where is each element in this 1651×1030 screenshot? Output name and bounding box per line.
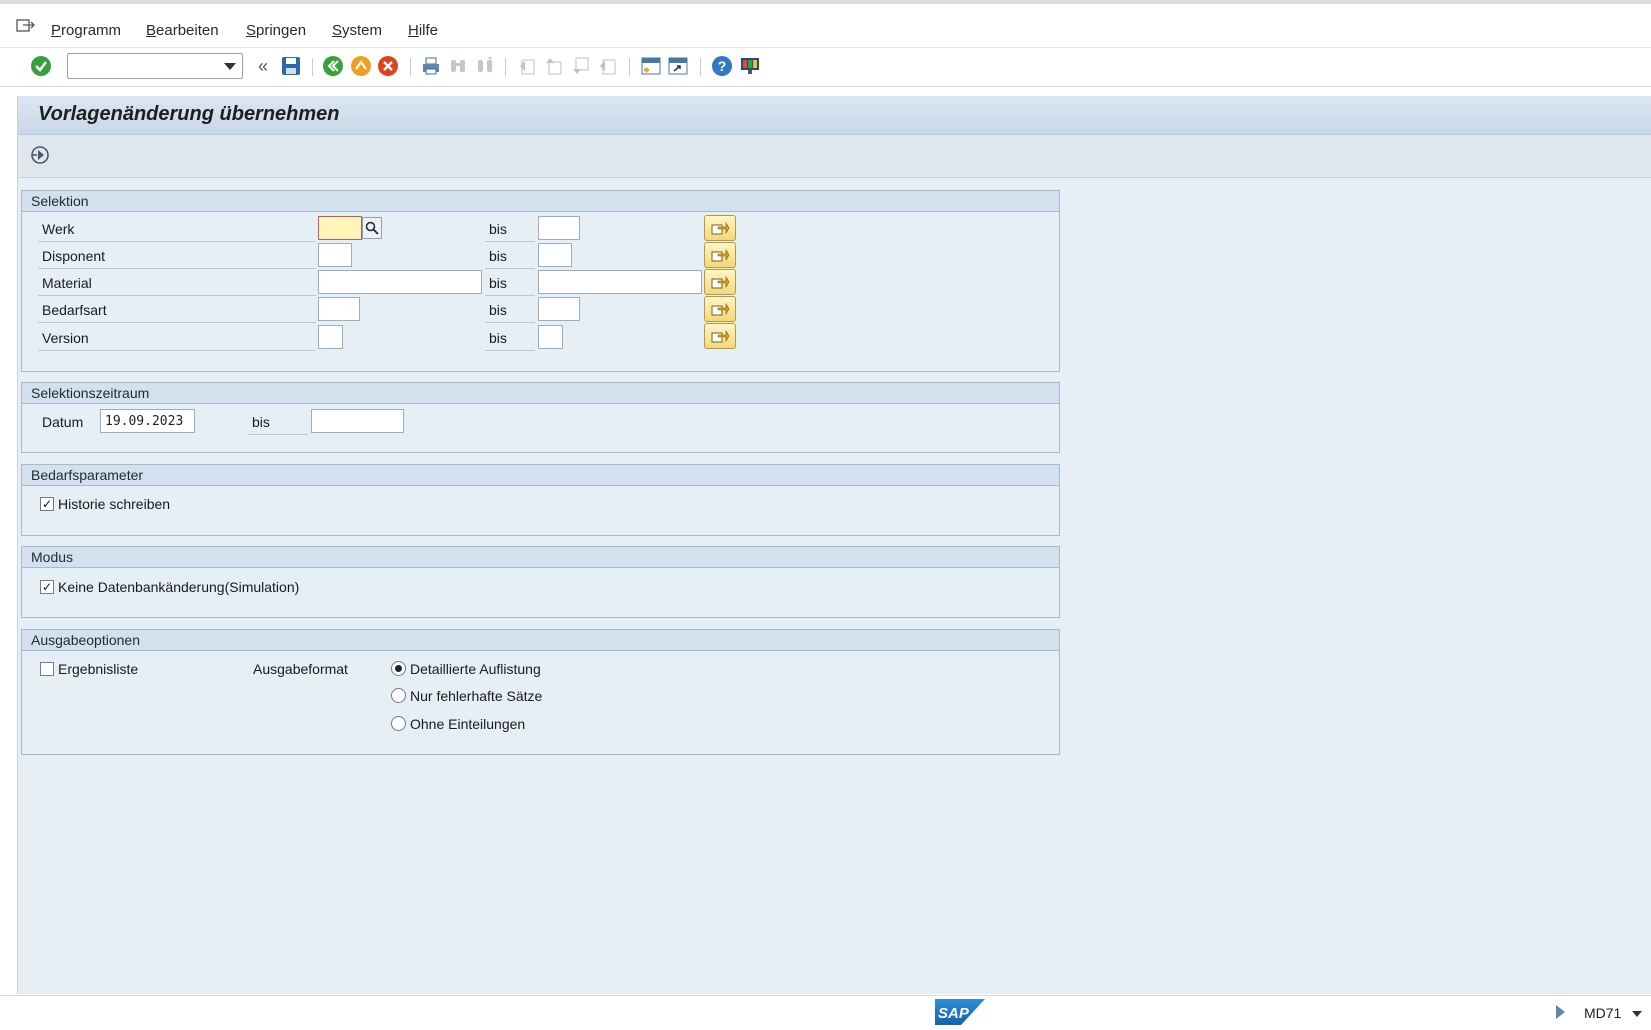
svg-text:SAP: SAP [938, 1005, 970, 1022]
version-multiple-selection-button[interactable] [704, 323, 736, 349]
group-header: Bedarfsparameter [22, 465, 1059, 486]
shortcut-icon[interactable] [666, 54, 690, 78]
radio-nur-fehlerhafte-saetze[interactable] [391, 688, 406, 703]
page-title: Vorlagenänderung übernehmen [38, 103, 340, 125]
svg-text:?: ? [718, 58, 727, 74]
group-header: Selektion [22, 191, 1059, 212]
datum-to-input[interactable] [311, 409, 404, 433]
transaction-code[interactable]: MD71 [1584, 1005, 1621, 1021]
label-datum: Datum [42, 414, 84, 430]
label-ergebnisliste: Ergebnisliste [58, 661, 139, 677]
menu-programm[interactable]: Programm [51, 22, 121, 39]
disponent-to-input[interactable] [538, 243, 572, 267]
label-historie: Historie schreiben [58, 496, 171, 512]
enter-icon[interactable] [29, 54, 53, 78]
status-bar: SAP MD71 [0, 995, 1651, 1030]
menu-system[interactable]: System [332, 22, 382, 39]
label-disponent: Disponent [42, 248, 106, 264]
historie-checkbox[interactable]: ✓ [40, 497, 54, 511]
werk-to-input[interactable] [538, 216, 580, 240]
menu-bearbeiten[interactable]: Bearbeiten [146, 22, 219, 39]
search-icon[interactable] [362, 217, 382, 239]
label-bis: bis [489, 248, 507, 264]
menu-hilfe[interactable]: Hilfe [408, 22, 438, 39]
label-nur-fehlerhafte-saetze: Nur fehlerhafte Sätze [410, 688, 543, 704]
chevron-down-icon[interactable] [224, 63, 236, 70]
label-bis: bis [489, 275, 507, 291]
disponent-from-input[interactable] [318, 243, 352, 267]
version-to-input[interactable] [538, 325, 563, 349]
label-ohne-einteilungen: Ohne Einteilungen [410, 716, 526, 732]
label-simulation: Keine Datenbankänderung(Simulation) [58, 579, 300, 595]
material-multiple-selection-button[interactable] [704, 269, 736, 295]
double-left-icon[interactable]: « [251, 54, 275, 78]
label-bis: bis [489, 302, 507, 318]
menu-springen[interactable]: Springen [246, 22, 306, 39]
label-detaillierte-auflistung: Detaillierte Auflistung [410, 661, 541, 677]
bedarfsart-to-input[interactable] [538, 297, 580, 321]
label-ausgabeformat: Ausgabeformat [253, 661, 348, 677]
bedarfsart-from-input[interactable] [318, 297, 360, 321]
label-version: Version [42, 330, 89, 346]
help-icon[interactable]: ? [710, 54, 734, 78]
save-icon[interactable] [279, 54, 303, 78]
label-bis: bis [489, 221, 507, 237]
datum-from-input[interactable] [100, 409, 195, 433]
label-bis: bis [489, 330, 507, 346]
find-icon[interactable] [446, 54, 470, 78]
group-header: Modus [22, 547, 1059, 568]
command-field[interactable] [67, 53, 243, 79]
werk-multiple-selection-button[interactable] [704, 215, 736, 241]
print-icon[interactable] [419, 54, 443, 78]
radio-ohne-einteilungen[interactable] [391, 716, 406, 731]
cancel-icon[interactable] [376, 54, 400, 78]
label-material: Material [42, 275, 92, 291]
application-toolbar [18, 135, 1651, 178]
sap-logo: SAP [935, 999, 985, 1025]
version-from-input[interactable] [318, 325, 343, 349]
expand-status-icon[interactable] [1556, 1005, 1565, 1019]
group-header: Selektionszeitraum [22, 383, 1059, 404]
material-to-input[interactable] [538, 270, 702, 294]
menu-bar: Programm Bearbeiten Springen System Hilf… [0, 0, 1651, 48]
title-bar: Vorlagenänderung übernehmen [18, 96, 1651, 135]
disponent-multiple-selection-button[interactable] [704, 242, 736, 268]
create-session-icon[interactable] [639, 54, 663, 78]
material-from-input[interactable] [318, 270, 482, 294]
group-header: Ausgabeoptionen [22, 630, 1059, 651]
previous-page-icon[interactable] [542, 54, 566, 78]
exit-icon[interactable] [349, 54, 373, 78]
bedarfsart-multiple-selection-button[interactable] [704, 296, 736, 322]
label-bedarfsart: Bedarfsart [42, 302, 107, 318]
werk-from-input[interactable] [318, 216, 362, 240]
chevron-down-icon[interactable] [1632, 1011, 1642, 1017]
last-page-icon[interactable] [596, 54, 620, 78]
simulation-checkbox[interactable]: ✓ [40, 580, 54, 594]
next-page-icon[interactable] [569, 54, 593, 78]
radio-detaillierte-auflistung[interactable] [391, 661, 406, 676]
label-werk: Werk [42, 221, 75, 237]
execute-icon[interactable] [28, 143, 52, 167]
label-bis: bis [252, 414, 270, 430]
customize-layout-icon[interactable] [738, 54, 762, 78]
ergebnisliste-checkbox[interactable] [40, 662, 54, 676]
system-menu-icon[interactable] [16, 18, 36, 34]
system-toolbar: « ? [0, 48, 1651, 87]
find-next-icon[interactable] [473, 54, 497, 78]
back-icon[interactable] [321, 54, 345, 78]
first-page-icon[interactable] [515, 54, 539, 78]
group-bedarfsparameter: Bedarfsparameter [21, 464, 1060, 536]
